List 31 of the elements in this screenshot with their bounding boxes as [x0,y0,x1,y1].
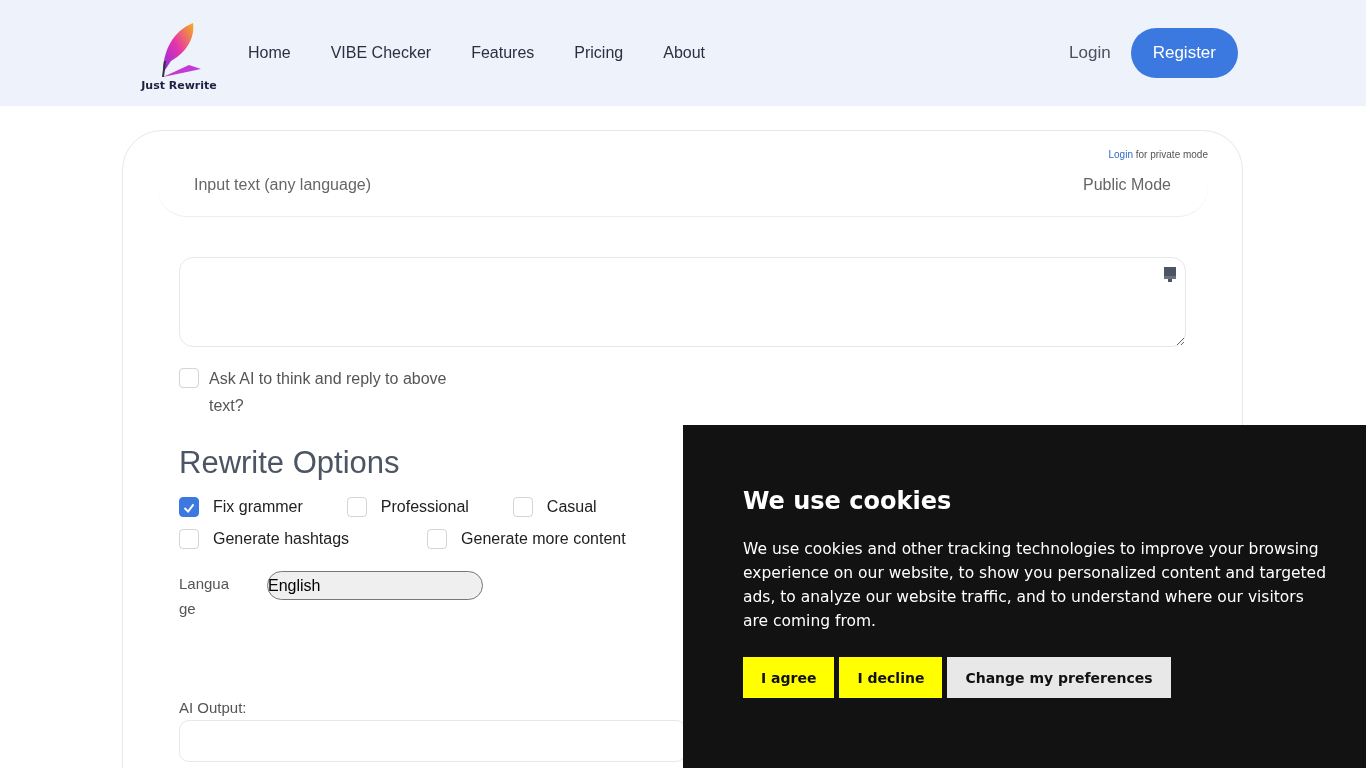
language-label: Language [179,574,231,619]
cookie-button[interactable]: I decline [839,657,943,698]
text-input-field[interactable] [179,257,1186,347]
mode-label: Public Mode [1082,176,1171,194]
login-link[interactable]: Login [1069,43,1111,63]
option-label: Generate more content [461,530,626,548]
brush-icon[interactable] [1164,267,1176,283]
option-label: Generate hashtags [213,530,350,548]
cookie-button[interactable]: Change my preferences [947,657,1171,698]
nav-link[interactable]: About [663,44,706,62]
checkbox-label: Ask AI to think and reply to above text? [209,369,448,416]
input-label: Input text (any language) [194,176,371,194]
logo[interactable]: Just Rewrite [133,20,225,92]
language-select[interactable]: English [267,571,483,600]
nav-link[interactable]: Home [248,44,291,62]
nav-link[interactable]: VIBE Checker [330,44,432,62]
register-button[interactable]: Register [1130,28,1238,78]
output-label: AI Output: [179,699,248,716]
logo-text: Just Rewrite [141,78,217,92]
option-label: Professional [380,498,469,516]
section-title: Rewrite Options [179,445,401,481]
private-mode-note: Login for private mode [1108,149,1208,160]
nav-link[interactable]: Pricing [574,44,624,62]
checkbox[interactable] [179,497,199,517]
option-label: Fix grammer [213,498,303,516]
cookie-title: We use cookies [743,487,953,515]
cookie-text: We use cookies and other tracking technologies to improve your browsing experience on our website, to show you personalized content and targeted ads, to analyze our website traffic, and to understand where our visitors are coming from. [743,539,1326,632]
login-link[interactable]: Login [1108,149,1133,160]
nav-link[interactable]: Features [471,44,535,62]
cookie-button[interactable]: I agree [743,657,835,698]
option-label: Casual [546,498,597,516]
